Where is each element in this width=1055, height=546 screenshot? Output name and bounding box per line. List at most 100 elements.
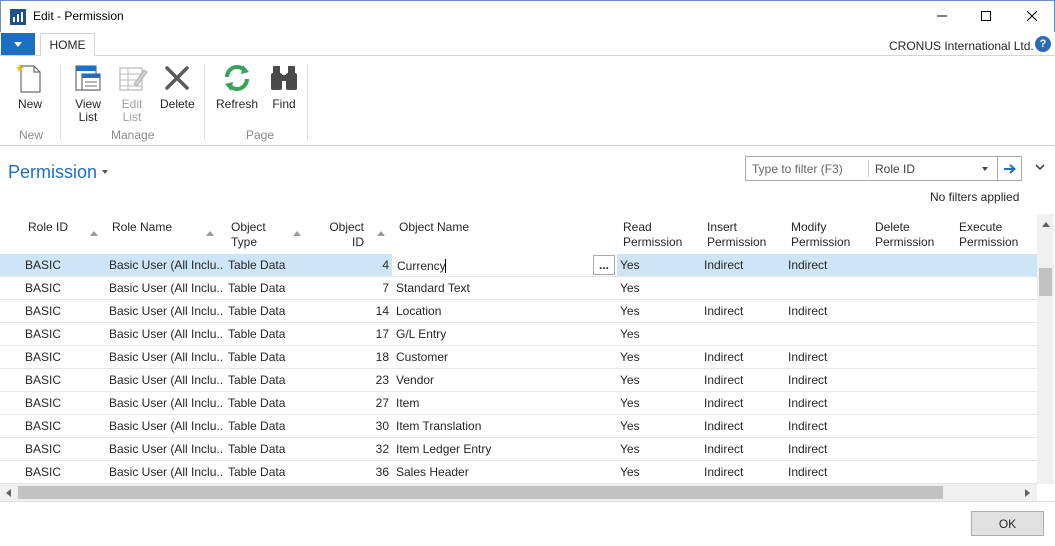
table-row[interactable]: BASIC Basic User (All Inclu... Table Data 4… — [0, 254, 1037, 277]
cell-read-permission[interactable]: Yes — [620, 258, 698, 272]
cell-role-name[interactable]: Basic User (All Inclu... — [109, 281, 222, 295]
cell-read-permission[interactable]: Yes — [620, 373, 698, 387]
cell-role-name[interactable]: Basic User (All Inclu... — [109, 442, 222, 456]
horizontal-scroll-thumb[interactable] — [18, 486, 943, 499]
cell-object-type[interactable]: Table Data — [228, 304, 308, 318]
refresh-button[interactable]: Refresh — [216, 62, 258, 111]
cell-object-type[interactable]: Table Data — [228, 373, 308, 387]
cell-insert-permission[interactable]: Indirect — [704, 419, 782, 433]
cell-object-type[interactable]: Table Data — [228, 327, 308, 341]
cell-insert-permission[interactable]: Indirect — [704, 465, 782, 479]
column-header-insert-permission[interactable]: Insert Permission — [707, 220, 766, 250]
cell-role-id[interactable]: BASIC — [25, 258, 105, 272]
scroll-left-icon[interactable] — [6, 489, 11, 497]
column-header-role-id[interactable]: Role ID — [28, 220, 68, 235]
cell-modify-permission[interactable]: Indirect — [788, 396, 866, 410]
apply-filter-button[interactable] — [998, 156, 1022, 181]
cell-object-name[interactable]: Standard Text — [396, 281, 586, 295]
cell-role-name[interactable]: Basic User (All Inclu... — [109, 327, 222, 341]
find-button[interactable]: Find — [268, 62, 300, 111]
table-row[interactable]: BASIC Basic User (All Inclu... Table Data 3… — [0, 438, 1037, 461]
cell-modify-permission[interactable]: Indirect — [788, 419, 866, 433]
cell-object-name[interactable]: Item Ledger Entry — [396, 442, 586, 456]
column-header-object-id[interactable]: Object ID — [328, 220, 364, 250]
cell-insert-permission[interactable]: Indirect — [704, 350, 782, 364]
cell-object-type[interactable]: Table Data — [228, 350, 308, 364]
cell-object-id[interactable]: 18 — [320, 350, 389, 364]
minimize-button[interactable] — [919, 1, 965, 31]
cell-object-type[interactable]: Table Data — [228, 442, 308, 456]
cell-modify-permission[interactable]: Indirect — [788, 304, 866, 318]
filter-field-select[interactable]: Role ID — [875, 162, 915, 176]
edit-list-button[interactable]: Edit List — [116, 62, 148, 124]
cell-object-name[interactable]: Vendor — [396, 373, 586, 387]
cell-object-id[interactable]: 4 — [320, 258, 389, 272]
cell-read-permission[interactable]: Yes — [620, 350, 698, 364]
column-header-modify-permission[interactable]: Modify Permission — [791, 220, 850, 250]
cell-role-id[interactable]: BASIC — [25, 465, 105, 479]
filter-input[interactable] — [746, 157, 868, 180]
object-name-editor[interactable]: Currency — [392, 254, 617, 276]
cell-object-name[interactable]: Customer — [396, 350, 586, 364]
cell-object-type[interactable]: Table Data — [228, 396, 308, 410]
cell-role-id[interactable]: BASIC — [25, 281, 105, 295]
cell-object-name[interactable]: G/L Entry — [396, 327, 586, 341]
cell-role-id[interactable]: BASIC — [25, 373, 105, 387]
help-icon[interactable]: ? — [1035, 36, 1051, 52]
cell-insert-permission[interactable]: Indirect — [704, 258, 782, 272]
cell-role-id[interactable]: BASIC — [25, 327, 105, 341]
cell-read-permission[interactable]: Yes — [620, 304, 698, 318]
column-header-delete-permission[interactable]: Delete Permission — [875, 220, 934, 250]
cell-role-id[interactable]: BASIC — [25, 442, 105, 456]
cell-role-id[interactable]: BASIC — [25, 350, 105, 364]
table-row[interactable]: BASIC Basic User (All Inclu... Table Data 3… — [0, 461, 1037, 484]
delete-button[interactable]: Delete — [160, 62, 195, 111]
page-title[interactable]: Permission — [8, 162, 97, 183]
cell-object-name[interactable]: Currency — [397, 259, 446, 273]
cell-role-id[interactable]: BASIC — [25, 419, 105, 433]
cell-read-permission[interactable]: Yes — [620, 327, 698, 341]
maximize-button[interactable] — [963, 1, 1009, 31]
cell-modify-permission[interactable]: Indirect — [788, 258, 866, 272]
cell-role-id[interactable]: BASIC — [25, 304, 105, 318]
cell-object-id[interactable]: 27 — [320, 396, 389, 410]
cell-modify-permission[interactable]: Indirect — [788, 373, 866, 387]
cell-insert-permission[interactable]: Indirect — [704, 442, 782, 456]
cell-object-name[interactable]: Location — [396, 304, 586, 318]
cell-read-permission[interactable]: Yes — [620, 281, 698, 295]
close-button[interactable] — [1009, 1, 1055, 31]
cell-object-id[interactable]: 7 — [320, 281, 389, 295]
cell-read-permission[interactable]: Yes — [620, 465, 698, 479]
cell-object-type[interactable]: Table Data — [228, 281, 308, 295]
cell-object-type[interactable]: Table Data — [228, 465, 308, 479]
cell-object-id[interactable]: 17 — [320, 327, 389, 341]
chevron-down-icon[interactable] — [1035, 162, 1045, 172]
cell-object-id[interactable]: 32 — [320, 442, 389, 456]
scroll-up-icon[interactable] — [1042, 222, 1050, 227]
column-header-object-type[interactable]: Object Type — [231, 220, 266, 250]
cell-modify-permission[interactable]: Indirect — [788, 350, 866, 364]
lookup-button[interactable]: ... — [593, 255, 615, 275]
cell-object-id[interactable]: 30 — [320, 419, 389, 433]
vertical-scroll-thumb[interactable] — [1039, 268, 1052, 296]
scroll-right-icon[interactable] — [1025, 489, 1030, 497]
table-row[interactable]: BASIC Basic User (All Inclu... Table Data 7… — [0, 277, 1037, 300]
table-row[interactable]: BASIC Basic User (All Inclu... Table Data 1… — [0, 346, 1037, 369]
chevron-down-icon[interactable] — [982, 167, 988, 171]
cell-role-name[interactable]: Basic User (All Inclu... — [109, 304, 222, 318]
table-row[interactable]: BASIC Basic User (All Inclu... Table Data 3… — [0, 415, 1037, 438]
cell-insert-permission[interactable]: Indirect — [704, 373, 782, 387]
cell-object-id[interactable]: 14 — [320, 304, 389, 318]
cell-role-name[interactable]: Basic User (All Inclu... — [109, 465, 222, 479]
cell-object-type[interactable]: Table Data — [228, 258, 308, 272]
cell-modify-permission[interactable]: Indirect — [788, 465, 866, 479]
cell-object-type[interactable]: Table Data — [228, 419, 308, 433]
cell-object-id[interactable]: 36 — [320, 465, 389, 479]
cell-read-permission[interactable]: Yes — [620, 396, 698, 410]
chevron-down-icon[interactable] — [102, 170, 108, 174]
table-row[interactable]: BASIC Basic User (All Inclu... Table Data 2… — [0, 392, 1037, 415]
table-row[interactable]: BASIC Basic User (All Inclu... Table Data 1… — [0, 323, 1037, 346]
view-list-button[interactable]: View List — [72, 62, 104, 124]
cell-role-name[interactable]: Basic User (All Inclu... — [109, 258, 222, 272]
column-header-execute-permission[interactable]: Execute Permission — [959, 220, 1018, 250]
